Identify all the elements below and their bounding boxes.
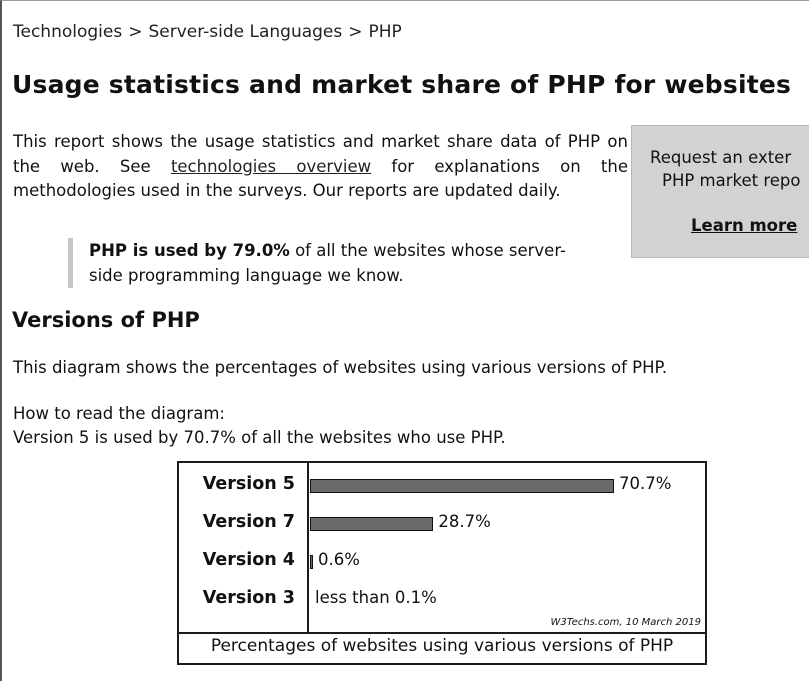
- chart-caption-divider: [179, 632, 705, 634]
- usage-callout: PHP is used by 79.0% of all the websites…: [68, 238, 589, 288]
- page-title: Usage statistics and market share of PHP…: [12, 70, 792, 99]
- versions-description: This diagram shows the percentages of we…: [13, 358, 668, 377]
- technologies-overview-link[interactable]: technologies overview: [171, 157, 371, 176]
- breadcrumb-server-side-languages[interactable]: Server-side Languages: [148, 22, 342, 42]
- promo-line-1: Request an exter: [650, 148, 792, 167]
- value-label-version-5: 70.7%: [619, 474, 672, 493]
- learn-more-link[interactable]: Learn more: [691, 216, 797, 235]
- chart-credit: W3Techs.com, 10 March 2019: [550, 617, 701, 628]
- promo-line-2: PHP market repo: [662, 171, 801, 190]
- breadcrumb-separator: >: [348, 22, 363, 42]
- bar-version-5: [310, 479, 614, 493]
- chart-axis-divider: [307, 463, 309, 632]
- market-report-promo: Request an exter PHP market repo Learn m…: [631, 125, 809, 258]
- chart-caption: Percentages of websites using various ve…: [210, 636, 674, 656]
- value-label-version-4: 0.6%: [318, 550, 360, 569]
- category-label-version-5: Version 5: [202, 474, 295, 494]
- category-label-version-7: Version 7: [202, 512, 295, 532]
- category-label-version-3: Version 3: [202, 588, 295, 608]
- bar-version-4: [310, 555, 313, 569]
- category-label-version-4: Version 4: [202, 550, 295, 570]
- value-label-version-3: less than 0.1%: [315, 588, 437, 607]
- versions-bar-chart: W3Techs.com, 10 March 2019 Percentages o…: [177, 461, 707, 665]
- breadcrumb-php: PHP: [368, 22, 402, 42]
- bar-version-7: [310, 517, 434, 531]
- how-to-read-example: Version 5 is used by 70.7% of all the we…: [13, 427, 506, 447]
- how-to-read-heading: How to read the diagram:: [13, 404, 225, 423]
- breadcrumb: Technologies > Server-side Languages > PHP: [13, 22, 402, 42]
- intro-paragraph: This report shows the usage statistics a…: [13, 130, 628, 204]
- breadcrumb-separator: >: [128, 22, 143, 42]
- breadcrumb-technologies[interactable]: Technologies: [13, 22, 122, 42]
- how-to-read: How to read the diagram: Version 5 is us…: [13, 402, 506, 449]
- versions-section-title: Versions of PHP: [12, 308, 200, 332]
- value-label-version-7: 28.7%: [438, 512, 491, 531]
- usage-callout-highlight: PHP is used by 79.0%: [89, 241, 290, 260]
